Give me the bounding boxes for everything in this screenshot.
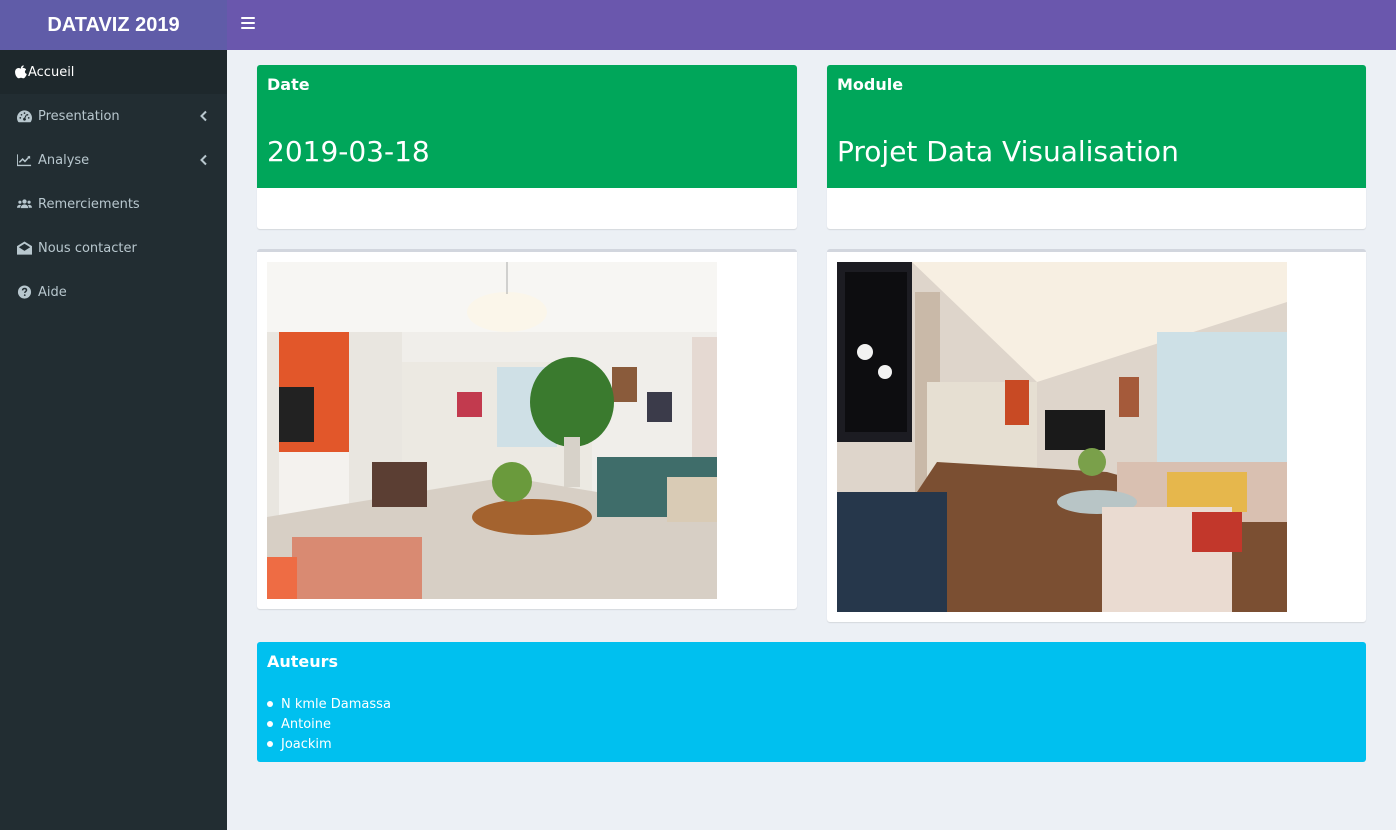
apple-icon (15, 65, 27, 79)
question-circle-icon (15, 285, 33, 299)
line-chart-icon (15, 153, 33, 167)
sidebar: Accueil Presentation Analyse Remerciemen… (0, 50, 227, 830)
sidebar-item-label: Analyse (38, 152, 90, 168)
sidebar-item-nous-contacter[interactable]: Nous contacter (0, 226, 227, 270)
sidebar-item-aide[interactable]: Aide (0, 270, 227, 314)
date-box: Date 2019-03-18 (257, 65, 797, 229)
date-box-header: Date 2019-03-18 (257, 65, 797, 188)
module-label: Module (837, 75, 904, 94)
sidebar-item-label: Nous contacter (38, 240, 137, 256)
authors-title: Auteurs (267, 652, 339, 671)
date-label: Date (267, 75, 310, 94)
sidebar-item-label: Presentation (38, 108, 120, 124)
module-value: Projet Data Visualisation (837, 135, 1179, 168)
authors-box: Auteurs N kmle Damassa Antoine Joackim (257, 642, 1366, 762)
module-box: Module Projet Data Visualisation (827, 65, 1366, 229)
living-room-photo-2 (837, 262, 1287, 612)
authors-list: N kmle Damassa Antoine Joackim (267, 694, 391, 754)
list-item: N kmle Damassa (267, 694, 391, 714)
sidebar-item-label: Remerciements (38, 196, 140, 212)
sidebar-item-label: Aide (38, 284, 67, 300)
sidebar-item-accueil[interactable]: Accueil (0, 50, 227, 94)
hamburger-icon[interactable] (241, 17, 255, 31)
sidebar-item-presentation[interactable]: Presentation (0, 94, 227, 138)
users-icon (15, 197, 33, 211)
chevron-left-icon (199, 110, 209, 122)
image-box-2 (827, 249, 1366, 622)
dashboard-icon (15, 109, 33, 123)
app-logo[interactable]: DATAVIZ 2019 (0, 0, 227, 50)
top-navbar (227, 0, 1396, 50)
sidebar-item-remerciements[interactable]: Remerciements (0, 182, 227, 226)
sidebar-item-analyse[interactable]: Analyse (0, 138, 227, 182)
list-item: Antoine (267, 714, 391, 734)
date-value: 2019-03-18 (267, 135, 430, 168)
sidebar-item-label: Accueil (28, 64, 75, 80)
list-item: Joackim (267, 734, 391, 754)
chevron-left-icon (199, 154, 209, 166)
module-box-header: Module Projet Data Visualisation (827, 65, 1366, 188)
envelope-open-icon (15, 241, 33, 255)
living-room-photo-1 (267, 262, 717, 599)
image-box-1 (257, 249, 797, 609)
